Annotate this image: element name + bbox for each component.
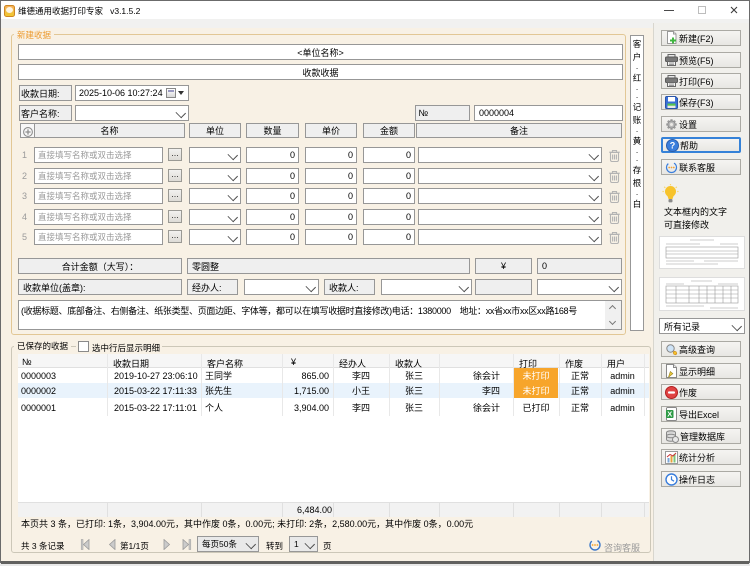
svg-text:?: ? bbox=[670, 140, 676, 150]
svg-text:X: X bbox=[667, 409, 672, 418]
